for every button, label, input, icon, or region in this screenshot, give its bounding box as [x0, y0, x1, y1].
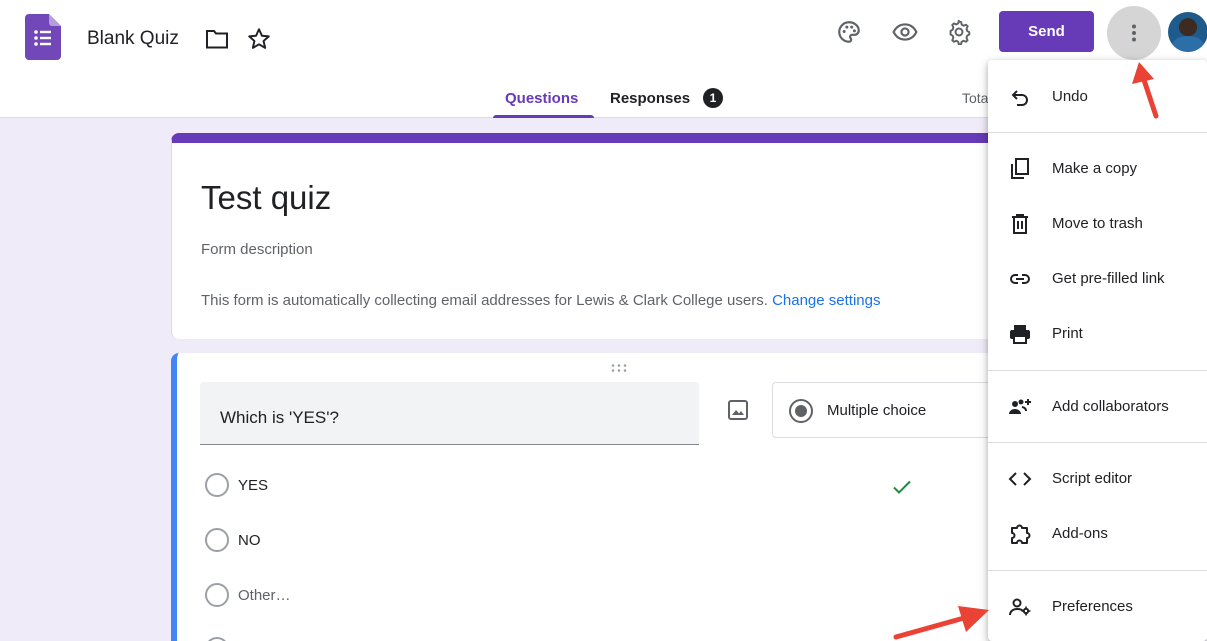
menu-item-print[interactable]: Print: [988, 312, 1207, 356]
change-settings-link[interactable]: Change settings: [772, 292, 880, 309]
radio-selected-icon: [789, 399, 813, 423]
gear-icon[interactable]: [946, 19, 972, 45]
send-button[interactable]: Send: [999, 11, 1094, 52]
tab-active-indicator: [493, 115, 594, 118]
radio-icon: [205, 583, 229, 607]
menu-item-label: Script editor: [1052, 470, 1133, 487]
option-row[interactable]: NO: [200, 528, 500, 554]
menu-item-label: Preferences: [1052, 598, 1133, 615]
tab-responses[interactable]: Responses: [610, 90, 690, 107]
menu-divider: [988, 570, 1207, 571]
option-row-add[interactable]: [200, 637, 500, 641]
folder-icon[interactable]: [205, 28, 229, 50]
menu-divider: [988, 370, 1207, 371]
drag-handle-icon[interactable]: [610, 363, 628, 373]
option-label[interactable]: NO: [238, 532, 261, 549]
more-vert-icon: [1132, 24, 1136, 42]
menu-item-label: Make a copy: [1052, 160, 1138, 177]
question-title: Which is 'YES'?: [220, 408, 339, 427]
option-label-other[interactable]: Other…: [238, 587, 291, 604]
menu-item-add-collaborators[interactable]: Add collaborators: [988, 385, 1207, 429]
add-image-icon[interactable]: [726, 398, 750, 422]
menu-item-script-editor[interactable]: Script editor: [988, 457, 1207, 501]
menu-divider: [988, 132, 1207, 133]
eye-icon[interactable]: [892, 19, 918, 45]
avatar[interactable]: [1168, 12, 1207, 52]
palette-icon[interactable]: [836, 19, 862, 45]
form-description[interactable]: Form description: [201, 241, 313, 258]
email-notice-text: This form is automatically collecting em…: [201, 292, 768, 309]
option-label[interactable]: YES: [238, 477, 268, 494]
total-points-label: Tota: [962, 90, 989, 106]
correct-answer-check-icon: [893, 480, 911, 494]
responses-count-badge: 1: [703, 88, 723, 108]
document-title[interactable]: Blank Quiz: [87, 28, 179, 50]
email-collection-notice: This form is automatically collecting em…: [201, 292, 880, 309]
menu-item-make-a-copy[interactable]: Make a copy: [988, 147, 1207, 191]
option-row-other[interactable]: Other…: [200, 583, 500, 609]
radio-icon: [205, 473, 229, 497]
more-options-button[interactable]: [1107, 6, 1161, 60]
menu-item-undo[interactable]: Undo: [988, 75, 1207, 119]
question-card[interactable]: Which is 'YES'? Multiple choice YES NO O…: [171, 353, 1012, 641]
star-icon[interactable]: [246, 26, 272, 52]
option-row[interactable]: YES: [200, 473, 500, 499]
menu-item-get-pre-filled-link[interactable]: Get pre-filled link: [988, 257, 1207, 301]
menu-divider: [988, 442, 1207, 443]
annotation-arrow-right: [893, 606, 989, 640]
form-title-card: Test quiz Form description This form is …: [171, 133, 1011, 339]
preferences-icon: [1009, 598, 1031, 616]
print-icon: [1010, 325, 1030, 344]
puzzle-icon: [1011, 524, 1031, 544]
menu-item-label: Undo: [1052, 88, 1088, 105]
google-forms-icon[interactable]: [25, 14, 61, 60]
menu-item-preferences[interactable]: Preferences: [988, 585, 1207, 629]
radio-icon: [205, 637, 229, 641]
menu-item-add-ons[interactable]: Add-ons: [988, 512, 1207, 556]
radio-icon: [205, 528, 229, 552]
trash-icon: [1012, 214, 1028, 234]
question-type-label: Multiple choice: [827, 402, 927, 419]
add-collaborators-icon: [1009, 399, 1031, 414]
annotation-arrow-up: [1132, 62, 1159, 119]
menu-item-label: Add-ons: [1052, 525, 1108, 542]
menu-item-move-to-trash[interactable]: Move to trash: [988, 202, 1207, 246]
undo-icon: [1011, 90, 1028, 106]
code-icon: [1008, 472, 1032, 486]
question-title-input[interactable]: Which is 'YES'?: [200, 382, 699, 445]
tab-questions[interactable]: Questions: [505, 90, 578, 107]
menu-item-label: Add collaborators: [1052, 398, 1169, 415]
more-options-menu: Undo Make a copy Move to trash Get pre-f…: [988, 60, 1207, 641]
question-type-select[interactable]: Multiple choice: [772, 382, 1012, 438]
link-icon: [1010, 274, 1030, 284]
menu-item-label: Print: [1052, 325, 1083, 342]
form-title[interactable]: Test quiz: [201, 179, 331, 217]
copy-icon: [1011, 158, 1029, 179]
menu-item-label: Move to trash: [1052, 215, 1143, 232]
menu-item-label: Get pre-filled link: [1052, 270, 1165, 287]
